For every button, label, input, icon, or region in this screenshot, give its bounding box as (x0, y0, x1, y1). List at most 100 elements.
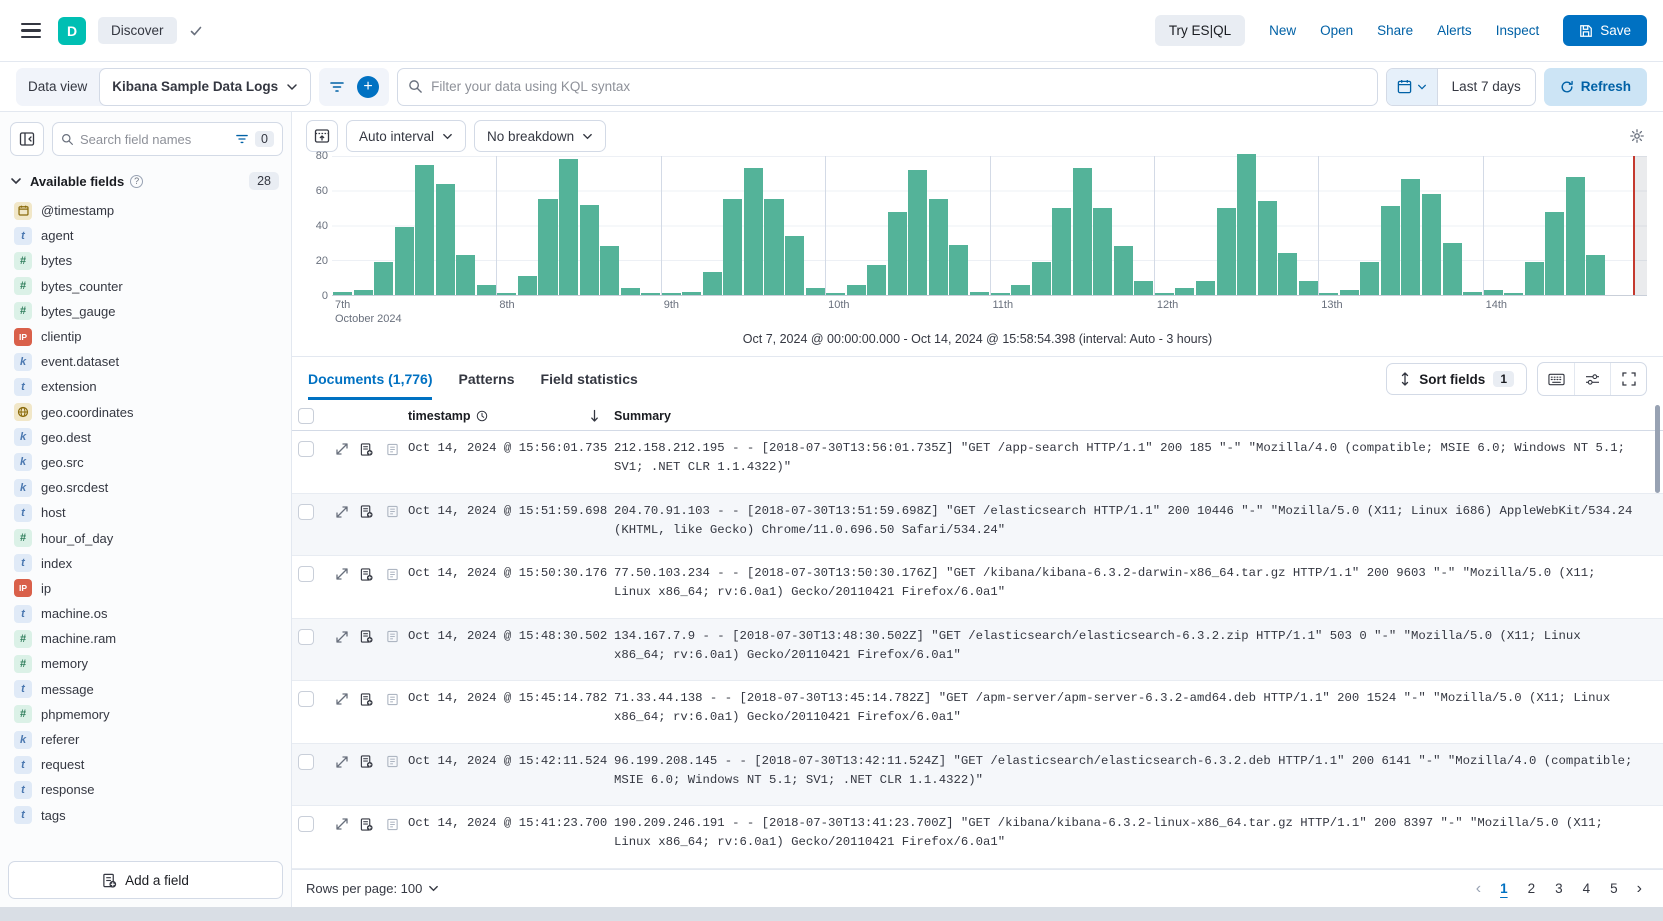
field-item-response[interactable]: t response (10, 777, 285, 802)
add-field-button[interactable]: Add a field (8, 861, 283, 899)
doc-compare-icon[interactable] (382, 814, 403, 835)
doc-view-icon[interactable] (356, 564, 377, 585)
expand-row-icon[interactable] (332, 564, 352, 584)
field-item-geo.srcdest[interactable]: k geo.srcdest (10, 475, 285, 500)
row-checkbox[interactable] (298, 503, 314, 520)
tab-field-statistics[interactable]: Field statistics (541, 359, 638, 400)
field-filter-icon[interactable] (235, 133, 249, 145)
tab-patterns[interactable]: Patterns (458, 359, 514, 400)
page-1-button[interactable]: 1 (1492, 879, 1516, 898)
doc-view-icon[interactable] (356, 751, 377, 772)
select-all-checkbox[interactable] (298, 407, 314, 424)
toggle-chart-button[interactable] (306, 120, 338, 152)
row-checkbox[interactable] (298, 441, 314, 457)
field-item-extension[interactable]: t extension (10, 374, 285, 399)
field-item-bytes[interactable]: # bytes (10, 248, 285, 273)
table-row[interactable]: Oct 14, 2024 @ 15:45:14.782 71.33.44.138 … (292, 681, 1663, 744)
doc-view-icon[interactable] (356, 814, 377, 835)
field-item-referer[interactable]: k referer (10, 727, 285, 752)
rows-per-page-button[interactable]: Rows per page: 100 (306, 881, 439, 896)
add-filter-button[interactable]: + (353, 72, 383, 102)
field-search-input[interactable] (80, 131, 230, 147)
try-esql-button[interactable]: Try ES|QL (1154, 15, 1246, 46)
breadcrumb[interactable]: Discover (98, 17, 177, 44)
table-row[interactable]: Oct 14, 2024 @ 15:42:11.524 96.199.208.14… (292, 743, 1663, 806)
top-link-alerts[interactable]: Alerts (1437, 23, 1472, 38)
field-item-bytes_gauge[interactable]: # bytes_gauge (10, 299, 285, 324)
expand-row-icon[interactable] (332, 627, 352, 647)
field-item-hour_of_day[interactable]: # hour_of_day (10, 525, 285, 550)
doc-view-icon[interactable] (356, 689, 377, 710)
doc-compare-icon[interactable] (382, 626, 403, 647)
doc-view-icon[interactable] (356, 439, 377, 460)
page-5-button[interactable]: 5 (1602, 879, 1626, 898)
doc-compare-icon[interactable] (382, 751, 403, 772)
top-link-inspect[interactable]: Inspect (1496, 23, 1540, 38)
calendar-button[interactable] (1386, 68, 1438, 105)
timestamp-column-header[interactable]: timestamp (408, 409, 614, 423)
row-checkbox[interactable] (298, 566, 314, 582)
save-button[interactable]: Save (1563, 15, 1647, 46)
expand-row-icon[interactable] (332, 814, 352, 834)
filter-icon[interactable] (325, 76, 349, 98)
chart-options-button[interactable] (1625, 124, 1649, 148)
doc-compare-icon[interactable] (382, 501, 403, 522)
table-row[interactable]: Oct 14, 2024 @ 15:51:59.698 204.70.91.103… (292, 493, 1663, 556)
expand-row-icon[interactable] (332, 689, 352, 709)
menu-icon[interactable] (14, 14, 48, 48)
sort-fields-button[interactable]: Sort fields 1 (1386, 363, 1527, 395)
field-item-geo.coordinates[interactable]: geo.coordinates (10, 400, 285, 425)
tab-documents[interactable]: Documents (1,776) (308, 359, 433, 400)
field-item-clientip[interactable]: IP clientip (10, 324, 285, 349)
field-item-host[interactable]: t host (10, 500, 285, 525)
doc-compare-icon[interactable] (382, 439, 403, 460)
row-checkbox[interactable] (298, 753, 314, 770)
field-item-@timestamp[interactable]: @timestamp (10, 198, 285, 223)
doc-compare-icon[interactable] (382, 564, 403, 585)
table-row[interactable]: Oct 14, 2024 @ 15:41:23.700 190.209.246.1… (292, 806, 1663, 869)
collapse-sidebar-button[interactable] (10, 122, 44, 156)
table-row[interactable]: Oct 14, 2024 @ 15:56:01.735 212.158.212.1… (292, 431, 1663, 494)
field-item-phpmemory[interactable]: # phpmemory (10, 702, 285, 727)
keyboard-shortcuts-button[interactable] (1538, 363, 1574, 395)
field-item-agent[interactable]: t agent (10, 223, 285, 248)
refresh-button[interactable]: Refresh (1543, 67, 1647, 106)
vertical-scrollbar[interactable] (1655, 405, 1660, 493)
doc-view-icon[interactable] (356, 501, 377, 522)
field-item-request[interactable]: t request (10, 752, 285, 777)
interval-dropdown[interactable]: Auto interval (346, 120, 467, 152)
row-checkbox[interactable] (298, 628, 314, 645)
field-item-machine.ram[interactable]: # machine.ram (10, 626, 285, 651)
sort-desc-icon[interactable] (589, 409, 600, 422)
table-row[interactable]: Oct 14, 2024 @ 15:50:30.176 77.50.103.234… (292, 556, 1663, 619)
field-item-bytes_counter[interactable]: # bytes_counter (10, 274, 285, 299)
doc-view-icon[interactable] (356, 626, 377, 647)
fullscreen-button[interactable] (1610, 363, 1646, 395)
display-options-button[interactable] (1574, 363, 1610, 395)
expand-row-icon[interactable] (332, 439, 352, 459)
next-page-button[interactable]: › (1630, 878, 1649, 900)
field-item-geo.dest[interactable]: k geo.dest (10, 425, 285, 450)
row-checkbox[interactable] (298, 691, 314, 707)
page-3-button[interactable]: 3 (1547, 879, 1571, 898)
field-item-memory[interactable]: # memory (10, 651, 285, 676)
expand-row-icon[interactable] (332, 502, 352, 522)
page-2-button[interactable]: 2 (1520, 879, 1544, 898)
breakdown-dropdown[interactable]: No breakdown (474, 120, 607, 152)
top-link-new[interactable]: New (1269, 23, 1296, 38)
expand-row-icon[interactable] (332, 752, 352, 772)
row-checkbox[interactable] (298, 816, 314, 832)
page-4-button[interactable]: 4 (1575, 879, 1599, 898)
top-link-open[interactable]: Open (1320, 23, 1353, 38)
table-row[interactable]: Oct 14, 2024 @ 15:48:30.502 134.167.7.9 -… (292, 618, 1663, 681)
field-item-ip[interactable]: IP ip (10, 576, 285, 601)
summary-column-header[interactable]: Summary (614, 409, 1653, 423)
field-item-event.dataset[interactable]: k event.dataset (10, 349, 285, 374)
field-item-tags[interactable]: t tags (10, 803, 285, 828)
field-item-geo.src[interactable]: k geo.src (10, 450, 285, 475)
field-item-message[interactable]: t message (10, 677, 285, 702)
doc-compare-icon[interactable] (382, 689, 403, 710)
data-view-selector[interactable]: Kibana Sample Data Logs (99, 67, 312, 106)
top-link-share[interactable]: Share (1377, 23, 1413, 38)
previous-page-button[interactable]: ‹ (1469, 878, 1488, 900)
